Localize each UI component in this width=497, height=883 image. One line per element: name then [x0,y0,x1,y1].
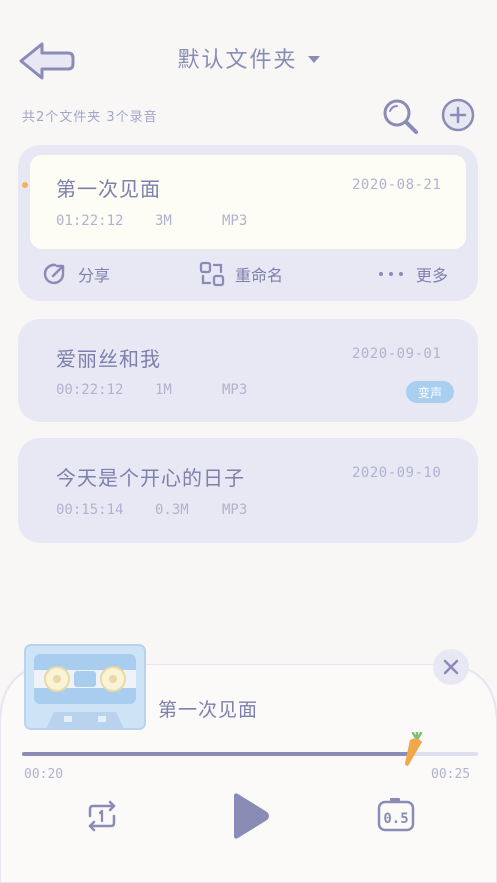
speed-label: 0.5 [383,811,408,827]
play-icon [234,793,269,839]
play-button[interactable] [226,790,272,842]
voice-change-badge: 变声 [406,381,454,403]
recording-duration: 00:15:14 [56,502,124,518]
active-dot [22,182,28,188]
progress-fill [22,752,414,756]
recording-name: 爱丽丝和我 [56,347,161,371]
recording-date: 2020-09-01 [352,346,442,362]
recording-date: 2020-09-10 [352,465,442,481]
recording-size: 1M [155,382,172,398]
search-button[interactable] [380,96,420,136]
share-icon [43,263,65,285]
more-button[interactable]: 更多 [378,261,448,287]
search-icon [383,99,418,134]
elapsed-time: 00:20 [24,767,64,782]
recording-format: MP3 [222,502,248,518]
recording-size: 3M [155,213,172,229]
now-playing-title: 第一次见面 [158,699,259,721]
cassette-cover [24,644,146,730]
rename-icon [199,261,225,287]
plus-circle-icon [441,98,475,132]
rename-button[interactable]: 重命名 [199,261,283,287]
close-player-button[interactable] [433,649,469,685]
progress-thumb[interactable] [402,730,428,768]
carrot-icon [405,730,423,766]
share-button[interactable]: 分享 [42,261,110,287]
speed-button[interactable]: 0.5 [376,796,416,836]
more-label: 更多 [416,266,449,285]
recording-duration: 01:22:12 [56,213,124,229]
recording-card-1-body [30,155,466,249]
close-icon [443,659,459,675]
dots-icon [379,272,403,276]
repeat-button[interactable] [82,796,122,836]
recording-format: MP3 [222,382,248,398]
recording-name: 第一次见面 [56,177,161,201]
add-button[interactable] [441,98,475,132]
repeat-one-icon [88,800,116,832]
recording-duration: 00:22:12 [56,382,124,398]
recording-date: 2020-08-21 [352,177,442,193]
share-label: 分享 [78,266,111,285]
recording-format: MP3 [222,213,248,229]
speed-icon: 0.5 [377,798,415,832]
folder-selector[interactable]: 默认文件夹 [0,42,497,74]
chevron-down-icon [307,55,320,63]
cassette-icon [24,644,146,730]
folder-summary: 共2个文件夹 3个录音 [22,110,158,125]
rename-label: 重命名 [235,266,284,285]
recording-name: 今天是个开心的日子 [56,466,245,490]
page-title: 默认文件夹 [177,48,298,73]
recording-size: 0.3M [155,502,189,518]
total-time: 00:25 [431,767,471,782]
